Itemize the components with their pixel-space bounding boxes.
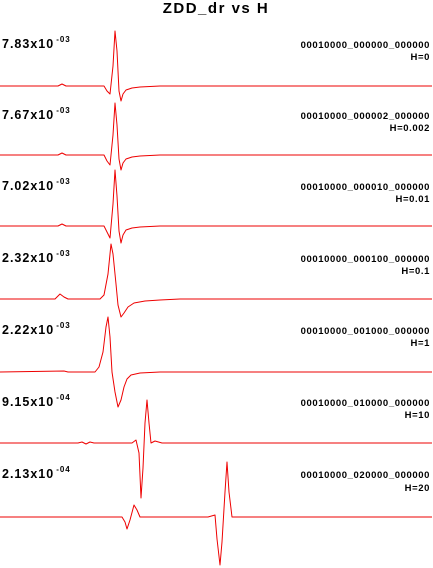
trace-id-label: 00010000_020000_000000 bbox=[301, 470, 430, 481]
trace-panels: 7.83x10 -0300010000_000000_000000H=07.67x… bbox=[0, 30, 432, 566]
amplitude-exponent: -03 bbox=[56, 177, 71, 186]
h-value-label: H=10 bbox=[405, 410, 430, 421]
h-value-label: H=20 bbox=[405, 483, 430, 494]
trace-id-label: 00010000_001000_000000 bbox=[301, 326, 430, 337]
trace-id-label: 00010000_000002_000000 bbox=[301, 111, 430, 122]
amplitude-exponent: -03 bbox=[56, 35, 71, 44]
trace-stack-chart: ZDD_dr vs H 7.83x10 -0300010000_000000_00… bbox=[0, 0, 432, 566]
amplitude-label: 2.32x10 -03 bbox=[2, 249, 71, 265]
amplitude-exponent: -04 bbox=[56, 393, 71, 402]
amplitude-exponent: -04 bbox=[56, 465, 71, 474]
h-value-label: H=1 bbox=[411, 338, 431, 349]
trace-panel: 2.13x10 -04 00010000_020000_000000 H=20 bbox=[0, 461, 432, 566]
h-value-label: H=0.01 bbox=[396, 194, 431, 205]
amplitude-mantissa: 7.02x10 bbox=[2, 179, 54, 193]
h-value-label: H=0 bbox=[411, 52, 431, 63]
amplitude-label: 9.15x10 -04 bbox=[2, 393, 71, 409]
amplitude-mantissa: 2.32x10 bbox=[2, 251, 54, 265]
trace-id-label: 00010000_010000_000000 bbox=[301, 398, 430, 409]
chart-title: ZDD_dr vs H bbox=[163, 0, 270, 17]
amplitude-mantissa: 7.83x10 bbox=[2, 37, 54, 51]
waveform-trace bbox=[0, 399, 432, 499]
amplitude-exponent: -03 bbox=[56, 321, 71, 330]
trace-panel: 9.15x10 -0400010000_010000_000000H=10 bbox=[0, 393, 432, 499]
amplitude-label: 2.22x10 -03 bbox=[2, 321, 71, 337]
amplitude-mantissa: 7.67x10 bbox=[2, 108, 54, 122]
h-value-label: H=0.002 bbox=[390, 123, 430, 134]
trace-panel: 7.67x10 -03 00010000_000002_000000H=0.002 bbox=[0, 102, 432, 171]
trace-panel: 7.83x10 -03 00010000_000000_000000H=0 bbox=[0, 30, 432, 102]
amplitude-exponent: -03 bbox=[56, 106, 71, 115]
amplitude-mantissa: 9.15x10 bbox=[2, 395, 54, 409]
amplitude-mantissa: 2.13x10 bbox=[2, 467, 54, 481]
amplitude-label: 7.83x10 -03 bbox=[2, 35, 71, 51]
trace-panel: 2.32x10 -03 00010000_000100_000000H=0.1 bbox=[0, 243, 432, 318]
amplitude-mantissa: 2.22x10 bbox=[2, 323, 54, 337]
amplitude-label: 7.67x10 -03 bbox=[2, 106, 71, 122]
trace-id-label: 00010000_000000_000000 bbox=[301, 40, 430, 51]
h-value-label: H=0.1 bbox=[401, 266, 430, 277]
trace-panel: 7.02x10 -03 00010000_000010_000000H=0.01 bbox=[0, 169, 432, 244]
amplitude-label: 7.02x10 -03 bbox=[2, 177, 71, 193]
trace-id-label: 00010000_000010_000000 bbox=[301, 182, 430, 193]
amplitude-label: 2.13x10 -04 bbox=[2, 465, 71, 481]
trace-id-label: 00010000_000100_000000 bbox=[301, 254, 430, 265]
amplitude-exponent: -03 bbox=[56, 249, 71, 258]
